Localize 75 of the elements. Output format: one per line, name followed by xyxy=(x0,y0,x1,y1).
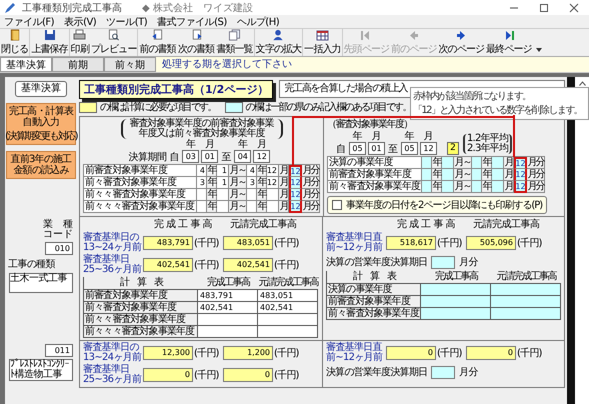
code-label: 業 種コード xyxy=(43,220,73,240)
period-label: 審査基準日25~36ヶ月前 xyxy=(83,255,142,275)
period-label: 審査基準日直前~12ヶ月前 xyxy=(326,233,384,253)
unit-label: (千円) xyxy=(193,236,220,250)
period-label: 審査基準日の13~24ヶ月前 xyxy=(83,233,142,253)
unit-label: (千円) xyxy=(193,258,220,272)
unit-label: (千円) xyxy=(516,236,543,250)
row-label: 前々々々審査対象事業年度 xyxy=(84,326,198,338)
month-label: 月 xyxy=(204,140,216,150)
company-name: ◆ 株式会社 ワイズ建設 xyxy=(142,2,253,14)
column-header: 完 成 工 事 高 xyxy=(152,219,214,231)
month-label: 月 xyxy=(422,132,434,142)
unit-label: (千円) xyxy=(516,346,543,360)
closing-label: 決算の営業年度決算期日 xyxy=(326,256,428,269)
checkbox-label: 事業年度の日付を2ページ目以降にも印刷する(P) xyxy=(346,198,542,212)
row-label: 前々審査対象事業年度 xyxy=(84,177,197,189)
period-label: 審査基準日の13~24ヶ月前 xyxy=(83,343,142,363)
month-label: 月 xyxy=(256,140,268,150)
row-label: 前々審査対象事業年度 xyxy=(84,302,198,314)
row-label: 前審査対象事業年度 xyxy=(328,169,422,181)
callout-text: 「12」と入力されている数字を削除します。 xyxy=(413,105,582,116)
average-option: 2.3年平均 xyxy=(467,144,508,154)
column-header: 元請完成工事高 xyxy=(472,219,540,231)
column-header: 計 算 表 xyxy=(84,277,198,290)
row-label: 前々審査対象事業年度 xyxy=(327,308,421,320)
row-label: 前々々々審査対象事業年度 xyxy=(84,201,197,213)
legend-text: の欄は一部の県のみ記入欄のある項目です。 xyxy=(246,100,410,114)
period-label: 審査基準日25~36ヶ月前 xyxy=(83,365,142,385)
unit-label: 月分 xyxy=(527,157,545,169)
row-label: 前々々審査対象事業年度 xyxy=(84,314,198,326)
row-label: 前々審査対象事業年度 xyxy=(328,181,422,193)
unit-label: 月分 xyxy=(459,256,478,269)
mode-label: 基準決算 xyxy=(15,81,67,97)
year-label: 年 xyxy=(236,140,249,150)
to-label: 至 xyxy=(220,150,232,164)
window-title: 工事種類別完成工事高 xyxy=(22,2,122,14)
unit-label: 月分 xyxy=(302,189,320,201)
unit-label: (千円) xyxy=(436,236,463,250)
unit-label: 月分 xyxy=(527,169,545,181)
unit-label: (千円) xyxy=(193,346,220,360)
legend-text: の欄は計算に必要な項目です。 xyxy=(100,100,216,114)
from-label: 自 xyxy=(335,142,347,156)
to-label: 至 xyxy=(387,142,399,156)
row-label: 前審査対象事業年度 xyxy=(84,290,198,302)
month-label: 月 xyxy=(370,132,382,142)
row-label: 前審査対象事業年度 xyxy=(84,165,197,177)
closing-label: 決算の営業年度決算期日 xyxy=(326,366,428,379)
unit-label: 月分 xyxy=(302,201,320,213)
average-option: 1.2年平均 xyxy=(467,134,508,144)
type-label: 工事の種類 xyxy=(7,258,56,271)
column-header: 計 算 表 xyxy=(327,271,421,284)
column-header: 元請完成工事高 xyxy=(228,219,298,231)
year-label: 年 xyxy=(352,132,364,142)
unit-label: (千円) xyxy=(273,258,300,272)
row-label: 決算の事業年度 xyxy=(328,157,422,169)
unit-label: (千円) xyxy=(273,236,300,250)
year-label: 年 xyxy=(404,132,416,142)
unit-label: (千円) xyxy=(193,368,220,382)
unit-label: 月分 xyxy=(302,165,320,177)
unit-label: 月分 xyxy=(527,181,545,193)
unit-label: (千円) xyxy=(273,346,300,360)
period-heading: （審査対象事業年度） xyxy=(327,119,412,131)
year-label: 年 xyxy=(184,140,197,150)
unit-label: (千円) xyxy=(436,346,463,360)
range-label: 決算期間 xyxy=(128,150,166,164)
unit-label: 月分 xyxy=(302,177,320,189)
period-heading: 審査対象事業年度の前審査対象事業年度又は前々審査対象事業年度 xyxy=(128,119,275,139)
callout-text: 赤枠内が該当箇所になります。 xyxy=(413,91,531,102)
unit-label: 月分 xyxy=(459,366,478,379)
row-label: 前々々審査対象事業年度 xyxy=(84,189,197,201)
period-label: 審査基準日直前~12ヶ月前 xyxy=(326,343,384,363)
from-label: 自 xyxy=(168,150,180,164)
column-header: 完 成 工 事 高 xyxy=(396,219,456,231)
unit-label: (千円) xyxy=(273,368,300,382)
hint-text: 処理する期を選択して下さい xyxy=(162,58,292,72)
